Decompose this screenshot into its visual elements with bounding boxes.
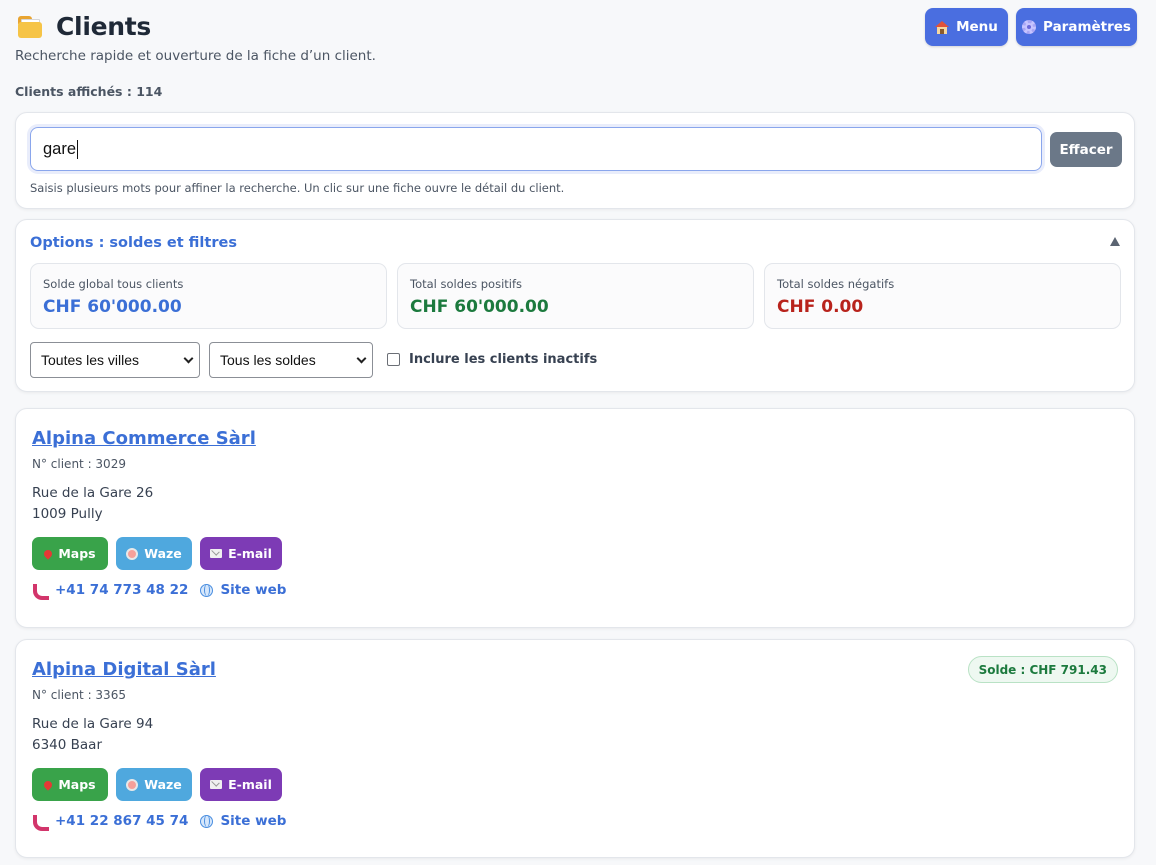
client-number: N° client : 3365 <box>32 688 126 702</box>
waze-button-label: Waze <box>144 546 182 561</box>
client-address-line1: Rue de la Gare 26 <box>32 485 154 501</box>
chevron-up-icon[interactable] <box>1110 237 1120 246</box>
city-filter-value: Toutes les villes <box>41 352 140 368</box>
chevron-down-icon <box>183 353 194 364</box>
client-address-line2: 1009 Pully <box>32 506 103 522</box>
phone-icon <box>32 814 49 831</box>
stat-positive-balances: Total soldes positifs CHF 60'000.00 <box>397 263 754 329</box>
page-subtitle: Recherche rapide et ouverture de la fich… <box>15 48 376 64</box>
search-input-value: gare <box>43 139 77 158</box>
maps-button[interactable]: Maps <box>32 768 108 801</box>
client-name-link[interactable]: Alpina Commerce Sàrl <box>32 428 256 449</box>
waze-button[interactable]: Waze <box>116 768 192 801</box>
client-address-line2: 6340 Baar <box>32 737 103 753</box>
include-inactive-checkbox[interactable] <box>387 353 400 366</box>
contact-row: +41 22 867 45 74 Site web <box>32 813 286 831</box>
phone-link[interactable]: +41 74 773 48 22 <box>55 582 188 598</box>
globe-icon <box>200 814 214 828</box>
maps-button-label: Maps <box>58 546 96 561</box>
phone-icon <box>32 583 49 600</box>
phone-link[interactable]: +41 22 867 45 74 <box>55 813 188 829</box>
stat-value: CHF 0.00 <box>777 297 864 317</box>
email-button-label: E-mail <box>228 777 272 792</box>
options-toggle[interactable]: Options : soldes et filtres <box>30 235 237 251</box>
page-header: Clients Menu Paramètres <box>15 8 1141 52</box>
map-pin-icon <box>42 547 55 560</box>
balance-filter-select[interactable]: Tous les soldes <box>209 342 373 378</box>
client-card[interactable]: Alpina Digital Sàrl Solde : CHF 791.43 N… <box>15 639 1135 858</box>
stat-value: CHF 60'000.00 <box>43 297 182 317</box>
client-number: N° client : 3029 <box>32 457 126 471</box>
include-inactive-label[interactable]: Inclure les clients inactifs <box>409 352 597 367</box>
balance-badge: Solde : CHF 791.43 <box>967 656 1118 683</box>
contact-row: +41 74 773 48 22 Site web <box>32 582 286 600</box>
search-help-text: Saisis plusieurs mots pour affiner la re… <box>30 181 565 195</box>
envelope-icon <box>210 780 223 789</box>
globe-icon <box>200 583 214 597</box>
stat-label: Total soldes négatifs <box>777 277 895 291</box>
client-name-link[interactable]: Alpina Digital Sàrl <box>32 659 216 680</box>
waze-icon <box>126 547 139 560</box>
website-link[interactable]: Site web <box>220 813 286 829</box>
clients-count: Clients affichés : 114 <box>15 84 163 99</box>
client-card[interactable]: Alpina Commerce Sàrl N° client : 3029 Ru… <box>15 408 1135 628</box>
settings-button-label: Paramètres <box>1043 19 1131 35</box>
stat-value: CHF 60'000.00 <box>410 297 549 317</box>
website-link[interactable]: Site web <box>220 582 286 598</box>
search-input[interactable]: gare <box>30 127 1042 171</box>
stat-global-balance: Solde global tous clients CHF 60'000.00 <box>30 263 387 329</box>
map-pin-icon <box>42 778 55 791</box>
search-card: gare Effacer Saisis plusieurs mots pour … <box>15 112 1135 209</box>
settings-button[interactable]: Paramètres <box>1016 8 1137 46</box>
chevron-down-icon <box>356 353 367 364</box>
house-icon <box>935 20 950 34</box>
stat-negative-balances: Total soldes négatifs CHF 0.00 <box>764 263 1121 329</box>
menu-button-label: Menu <box>956 19 998 35</box>
email-button-label: E-mail <box>228 546 272 561</box>
waze-button[interactable]: Waze <box>116 537 192 570</box>
waze-button-label: Waze <box>144 777 182 792</box>
menu-button[interactable]: Menu <box>925 8 1008 46</box>
balance-filter-value: Tous les soldes <box>220 352 316 368</box>
folder-icon <box>18 15 42 38</box>
page-title: Clients <box>56 12 151 41</box>
email-button[interactable]: E-mail <box>200 768 282 801</box>
gear-icon <box>1022 20 1037 34</box>
maps-button-label: Maps <box>58 777 96 792</box>
title-wrap: Clients <box>18 12 151 41</box>
waze-icon <box>126 778 139 791</box>
stat-label: Solde global tous clients <box>43 277 184 291</box>
envelope-icon <box>210 549 223 558</box>
city-filter-select[interactable]: Toutes les villes <box>30 342 200 378</box>
clear-button[interactable]: Effacer <box>1050 132 1122 167</box>
options-panel: Options : soldes et filtres Solde global… <box>15 219 1135 392</box>
client-address-line1: Rue de la Gare 94 <box>32 716 154 732</box>
email-button[interactable]: E-mail <box>200 537 282 570</box>
text-caret <box>77 139 79 159</box>
maps-button[interactable]: Maps <box>32 537 108 570</box>
stat-label: Total soldes positifs <box>410 277 523 291</box>
